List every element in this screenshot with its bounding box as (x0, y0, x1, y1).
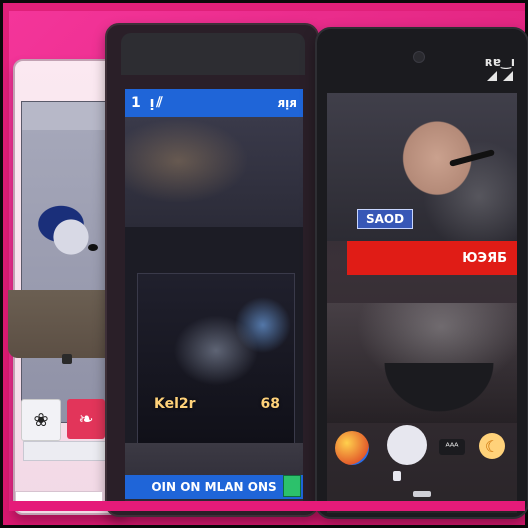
battery-icon (503, 71, 513, 81)
left-phone-bottom-bar (23, 441, 113, 461)
face-icon[interactable] (387, 425, 427, 465)
right-phone-icon-row: ᴬᴬᴬ ☾ (335, 423, 509, 479)
right-phone-name-chip: SAOD (357, 209, 414, 229)
left-phone-header (22, 102, 112, 130)
center-phone: 1 ᴉ⫽ ᴙᴉᴙ Kel2r 68 OIN ON MLAN ONS (105, 23, 319, 517)
right-phone-red-banner[interactable]: ЮЭЯБ (347, 241, 517, 275)
media-caption-right: 68 (260, 396, 280, 412)
right-phone: ʀɐ‿ı SAOD ЮЭЯБ ᴬᴬᴬ ☾ (315, 27, 528, 519)
right-phone-status-text: ʀɐ‿ı (485, 55, 515, 69)
leaf-icon: ❧ (78, 408, 94, 430)
small-key (393, 471, 401, 481)
right-phone-screen: SAOD ЮЭЯБ ᴬᴬᴬ ☾ (327, 93, 517, 513)
center-phone-status-right: ᴙᴉᴙ (277, 96, 297, 110)
center-phone-bottom-green[interactable] (283, 475, 301, 497)
center-phone-bottom-bar: OIN ON MLAN ONS (125, 475, 303, 499)
right-phone-topbar: ʀɐ‿ı (317, 29, 527, 91)
bottom-strip (9, 501, 525, 511)
home-key[interactable] (413, 491, 431, 497)
center-phone-top-trim (121, 33, 305, 75)
center-phone-top-photo (125, 117, 303, 227)
left-phone-character-badge (62, 354, 72, 364)
image-frame: ❀ ❧ 1 ᴉ⫽ ᴙᴉᴙ Kel2r 68 OIN ON MLAN ONS ʀɐ… (0, 0, 528, 528)
right-phone-status-icons (487, 71, 513, 81)
left-phone-right-button[interactable]: ❧ (67, 399, 105, 439)
camera-icon (413, 51, 425, 63)
media-caption-left: Kel2r (154, 396, 196, 412)
center-phone-statusbar: 1 ᴉ⫽ ᴙᴉᴙ (125, 89, 303, 117)
left-phone-character (8, 188, 116, 358)
left-phone-left-button[interactable]: ❀ (21, 399, 61, 441)
moon-icon[interactable]: ☾ (479, 433, 505, 459)
right-phone-photo (327, 93, 517, 241)
center-phone-screen: 1 ᴉ⫽ ᴙᴉᴙ Kel2r 68 OIN ON MLAN ONS (125, 89, 303, 509)
flower-icon: ❀ (33, 409, 49, 431)
left-phone-character-eye (88, 244, 98, 251)
chip-icon[interactable]: ᴬᴬᴬ (439, 439, 465, 455)
signal-icon (487, 71, 497, 81)
globe-icon[interactable] (335, 431, 369, 465)
center-phone-status-left: 1 ᴉ⫽ (131, 95, 165, 111)
center-phone-bottom-text: OIN ON MLAN ONS (151, 480, 277, 494)
center-phone-media[interactable]: Kel2r 68 (137, 273, 295, 445)
left-phone-screen (8, 101, 116, 423)
stage-background: ❀ ❧ 1 ᴉ⫽ ᴙᴉᴙ Kel2r 68 OIN ON MLAN ONS ʀɐ… (8, 11, 528, 519)
